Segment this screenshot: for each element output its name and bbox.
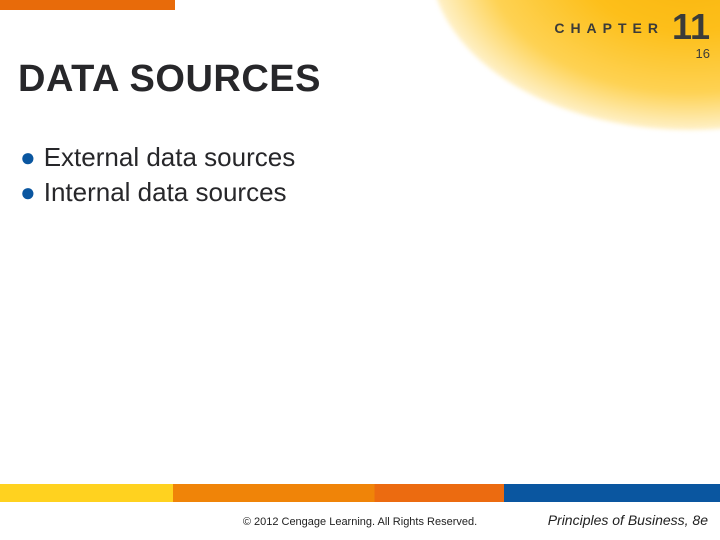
- slide-number: 16: [696, 46, 710, 61]
- footer-ribbon: [0, 484, 720, 502]
- slide-title: DATA SOURCES: [18, 58, 321, 101]
- list-item-label: Internal data sources: [44, 175, 287, 210]
- top-accent-bar: [0, 0, 175, 10]
- slide: CHAPTER 11 16 DATA SOURCES ● External da…: [0, 0, 720, 540]
- bullet-list: ● External data sources ● Internal data …: [20, 140, 700, 210]
- list-item: ● External data sources: [20, 140, 700, 175]
- chapter-number: 11: [672, 6, 710, 48]
- bullet-icon: ●: [20, 175, 36, 210]
- book-title: Principles of Business, 8e: [548, 512, 708, 528]
- bullet-icon: ●: [20, 140, 36, 175]
- list-item: ● Internal data sources: [20, 175, 700, 210]
- list-item-label: External data sources: [44, 140, 295, 175]
- chapter-label: CHAPTER: [554, 20, 664, 36]
